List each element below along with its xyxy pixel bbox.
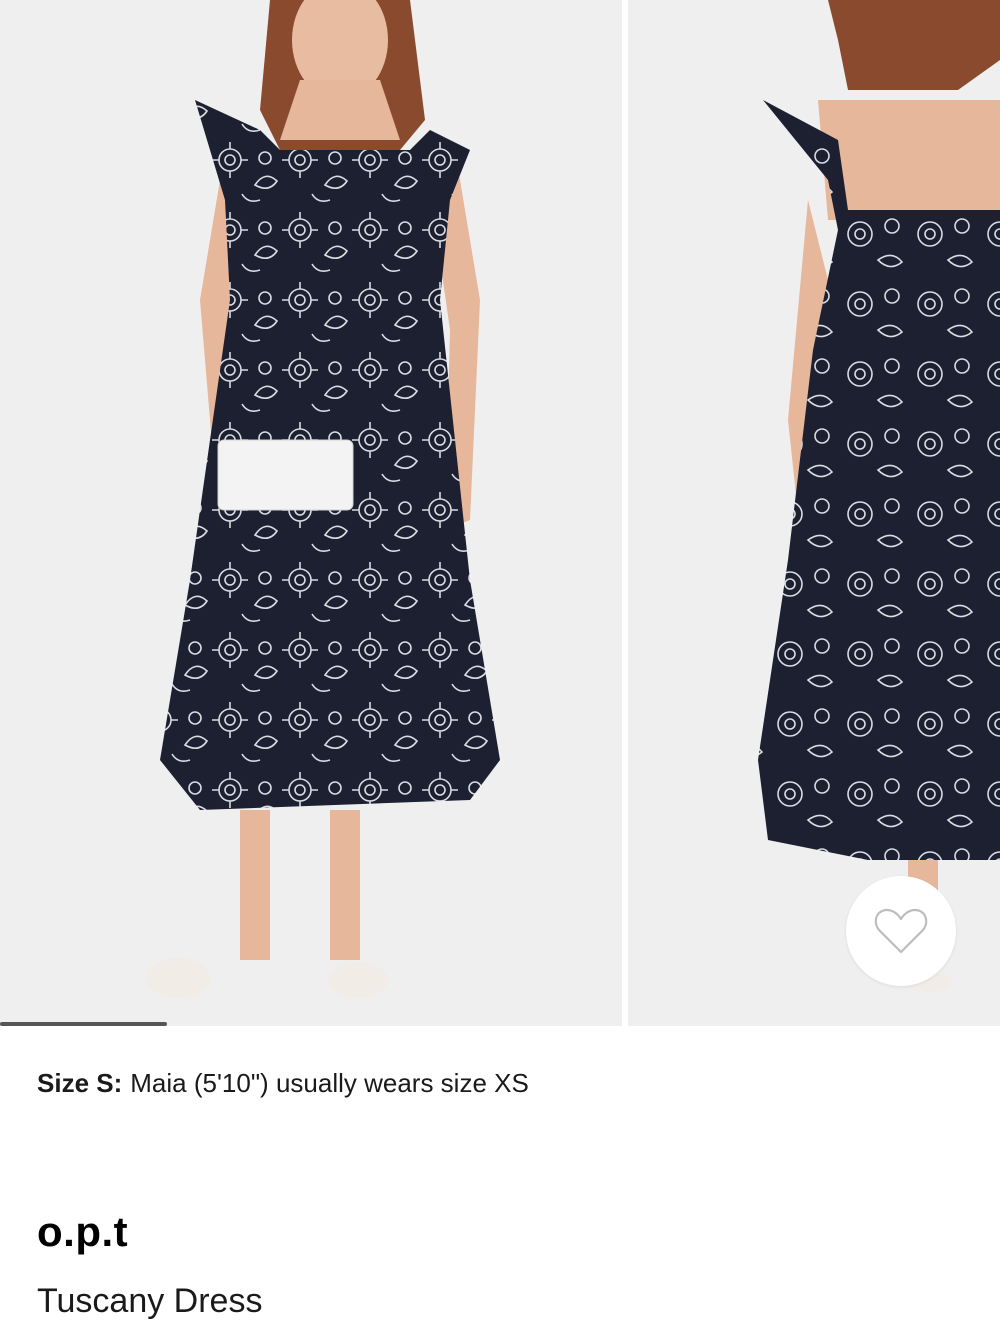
model-back-photo [628, 0, 1000, 1026]
carousel-progress-track [0, 1022, 1000, 1026]
model-front-photo [0, 0, 622, 1026]
product-image-front[interactable] [0, 0, 622, 1026]
carousel-progress-indicator [0, 1022, 167, 1026]
size-description: Maia (5'10") usually wears size XS [130, 1068, 529, 1098]
model-size-note: Size S: Maia (5'10") usually wears size X… [37, 1068, 529, 1099]
heart-outline-icon [874, 908, 928, 954]
image-carousel[interactable] [0, 0, 1000, 1028]
favorite-button[interactable] [846, 876, 956, 986]
product-title: Tuscany Dress [37, 1282, 263, 1320]
brand-name[interactable]: o.p.t [37, 1208, 128, 1256]
product-image-back[interactable] [628, 0, 1000, 1026]
size-label: Size S: [37, 1068, 123, 1098]
